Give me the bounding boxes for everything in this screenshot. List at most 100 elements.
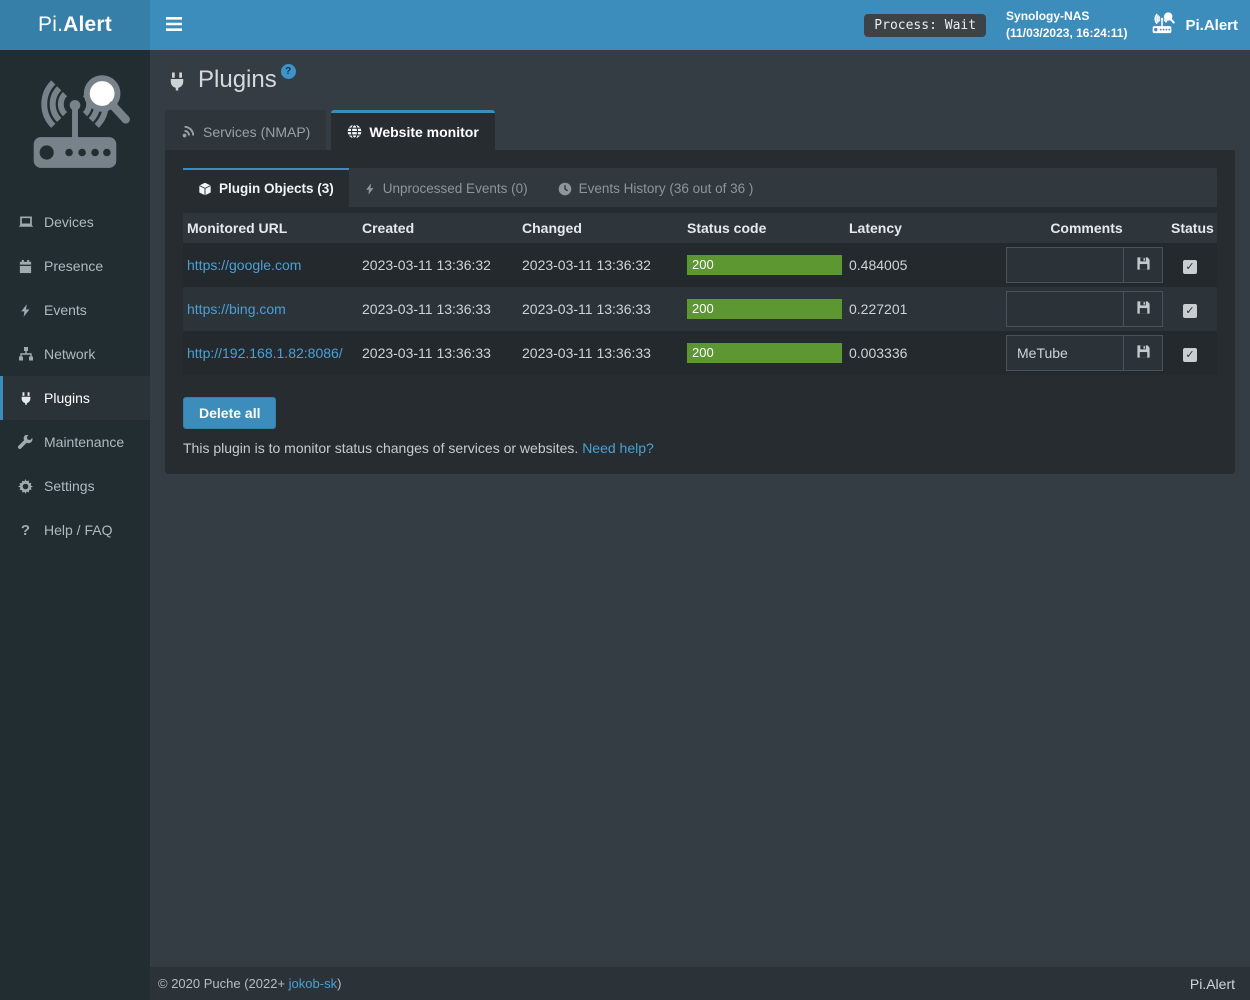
tab-plugin-objects[interactable]: Plugin Objects (3)	[183, 168, 349, 207]
tab-services-nmap[interactable]: Services (NMAP)	[165, 110, 326, 150]
latency-cell: 0.484005	[845, 243, 1002, 287]
plug-icon	[17, 391, 34, 406]
plugin-objects-table: Monitored URL Created Changed Status cod…	[183, 213, 1217, 375]
sidebar-item-label: Settings	[44, 478, 95, 494]
col-comments: Comments	[1002, 213, 1167, 243]
created-cell: 2023-03-11 13:36:32	[358, 243, 518, 287]
status-code-bar: 200	[687, 343, 842, 363]
comment-input[interactable]	[1006, 291, 1124, 327]
footer-brand: Pi.Alert	[1190, 976, 1235, 992]
bolt-icon	[364, 182, 376, 196]
process-status-badge: Process: Wait	[864, 14, 986, 37]
sidebar-item-presence[interactable]: Presence	[0, 244, 150, 288]
brand-logo[interactable]: Pi.Alert	[0, 0, 150, 50]
comment-input[interactable]	[1006, 247, 1124, 283]
status-code-bar: 200	[687, 255, 842, 275]
sidebar-item-settings[interactable]: Settings	[0, 464, 150, 508]
monitored-url-link[interactable]: https://bing.com	[187, 301, 286, 317]
footer-copyright: © 2020 Puche (2022+ jokob-sk)	[158, 976, 341, 991]
tab-unprocessed-events[interactable]: Unprocessed Events (0)	[349, 168, 543, 207]
top-navbar: Pi.Alert Process: Wait Synology-NAS (11/…	[0, 0, 1250, 50]
plugin-description-text: This plugin is to monitor status changes…	[183, 440, 578, 456]
navbar-app-link[interactable]: Pi.Alert	[1147, 10, 1238, 40]
floppy-save-icon	[1136, 344, 1151, 362]
sidebar-item-devices[interactable]: Devices	[0, 200, 150, 244]
tab-website-monitor[interactable]: Website monitor	[331, 110, 494, 150]
navbar-main: Process: Wait Synology-NAS (11/03/2023, …	[150, 0, 1250, 50]
tab-events-history[interactable]: Events History (36 out of 36 )	[543, 168, 769, 207]
router-magnifier-icon	[1147, 10, 1177, 40]
latency-cell: 0.003336	[845, 331, 1002, 375]
comment-input[interactable]	[1006, 335, 1124, 371]
tab-label: Unprocessed Events (0)	[383, 181, 528, 196]
need-help-link[interactable]: Need help?	[582, 440, 654, 456]
sidebar-toggle-button[interactable]	[150, 2, 198, 49]
brand-alert: Alert	[63, 13, 112, 37]
changed-cell: 2023-03-11 13:36:32	[518, 243, 683, 287]
table-row: https://google.com 2023-03-11 13:36:32 2…	[183, 243, 1217, 287]
col-status: Status	[1167, 213, 1217, 243]
changed-cell: 2023-03-11 13:36:33	[518, 331, 683, 375]
created-cell: 2023-03-11 13:36:33	[358, 331, 518, 375]
bolt-icon	[17, 303, 34, 318]
panel-tabs: Plugin Objects (3) Unprocessed Events (0…	[183, 168, 1217, 207]
sidebar-item-plugins[interactable]: Plugins	[0, 376, 150, 420]
comment-input-group	[1006, 291, 1163, 327]
help-badge[interactable]: ?	[281, 64, 296, 79]
signal-icon	[181, 124, 196, 139]
cube-icon	[198, 182, 212, 196]
floppy-save-icon	[1136, 256, 1151, 274]
monitored-url-link[interactable]: http://192.168.1.82:8086/	[187, 345, 343, 361]
host-name: Synology-NAS	[1006, 8, 1127, 25]
floppy-save-icon	[1136, 300, 1151, 318]
comment-input-group	[1006, 247, 1163, 283]
footer: © 2020 Puche (2022+ jokob-sk) Pi.Alert	[150, 967, 1250, 1000]
tab-label: Plugin Objects (3)	[219, 181, 334, 196]
table-row: https://bing.com 2023-03-11 13:36:33 202…	[183, 287, 1217, 331]
save-comment-button[interactable]	[1124, 247, 1163, 283]
sidebar-item-help-faq[interactable]: ? Help / FAQ	[0, 508, 150, 552]
sidebar-item-label: Presence	[44, 258, 103, 274]
col-changed: Changed	[518, 213, 683, 243]
tab-label: Website monitor	[369, 124, 478, 140]
plug-icon	[167, 71, 187, 97]
status-checkbox[interactable]	[1183, 260, 1197, 274]
status-checkbox[interactable]	[1183, 304, 1197, 318]
table-row: http://192.168.1.82:8086/ 2023-03-11 13:…	[183, 331, 1217, 375]
sidebar-item-label: Help / FAQ	[44, 522, 112, 538]
main-content: Plugins ? Services (NMAP) Website monito…	[150, 50, 1250, 967]
jokob-sk-link[interactable]: jokob-sk	[289, 976, 337, 991]
latency-cell: 0.227201	[845, 287, 1002, 331]
sidebar-item-label: Devices	[44, 214, 94, 230]
plugin-tabs: Services (NMAP) Website monitor	[165, 110, 1235, 150]
laptop-icon	[17, 214, 34, 230]
sidebar: Devices Presence Events Network Plugins …	[0, 50, 150, 1000]
status-code-bar: 200	[687, 299, 842, 319]
sidebar-item-label: Network	[44, 346, 95, 362]
sidebar-item-network[interactable]: Network	[0, 332, 150, 376]
table-header-row: Monitored URL Created Changed Status cod…	[183, 213, 1217, 243]
monitored-url-link[interactable]: https://google.com	[187, 257, 301, 273]
save-comment-button[interactable]	[1124, 335, 1163, 371]
sidebar-item-maintenance[interactable]: Maintenance	[0, 420, 150, 464]
changed-cell: 2023-03-11 13:36:33	[518, 287, 683, 331]
wrench-icon	[17, 435, 34, 450]
calendar-icon	[17, 259, 34, 274]
col-status-code: Status code	[683, 213, 845, 243]
created-cell: 2023-03-11 13:36:33	[358, 287, 518, 331]
question-icon: ?	[17, 523, 34, 538]
pialert-logo	[16, 64, 134, 182]
host-time: (11/03/2023, 16:24:11)	[1006, 25, 1127, 42]
tab-label: Events History (36 out of 36 )	[579, 181, 754, 196]
sidebar-item-label: Events	[44, 302, 87, 318]
navbar-app-name: Pi.Alert	[1185, 17, 1238, 34]
gear-icon	[17, 479, 34, 494]
tab-label: Services (NMAP)	[203, 124, 310, 140]
col-latency: Latency	[845, 213, 1002, 243]
brand-pi: Pi.	[38, 13, 63, 37]
delete-all-button[interactable]: Delete all	[183, 397, 276, 429]
sidebar-item-events[interactable]: Events	[0, 288, 150, 332]
save-comment-button[interactable]	[1124, 291, 1163, 327]
col-monitored-url: Monitored URL	[183, 213, 358, 243]
status-checkbox[interactable]	[1183, 348, 1197, 362]
